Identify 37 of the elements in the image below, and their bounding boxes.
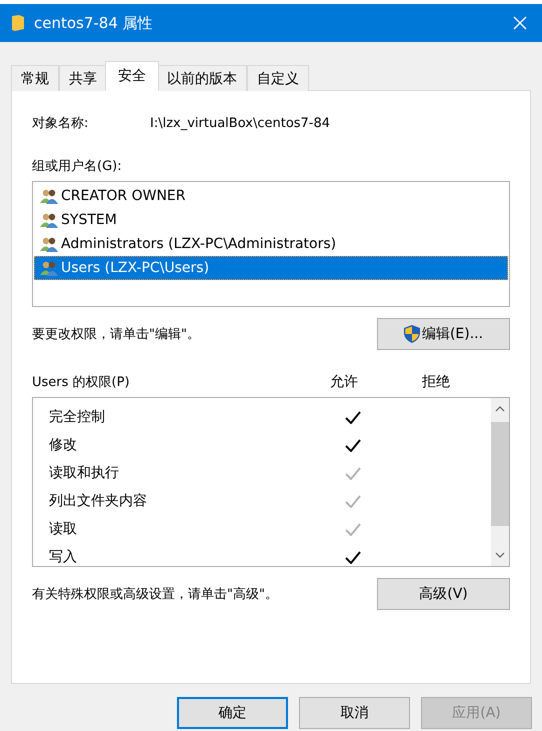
permission-name: 读取	[48, 520, 78, 538]
object-name-value: I:\lzx_virtualBox\centos7-84	[150, 116, 330, 130]
permission-name: 修改	[48, 436, 78, 454]
users-icon	[40, 212, 58, 228]
allow-column-header: 允许	[329, 373, 359, 391]
tab[interactable]: 共享	[59, 65, 107, 91]
permission-name: 列出文件夹内容	[48, 492, 148, 510]
close-icon	[513, 16, 527, 30]
dialog-button[interactable]: 确定	[177, 697, 288, 729]
user-list-item[interactable]: Users (LZX-PC\Users)	[34, 256, 508, 280]
permissions-label: Users 的权限(P)	[32, 374, 131, 391]
tab[interactable]: 安全	[105, 61, 159, 91]
permission-name: 完全控制	[48, 408, 106, 426]
deny-column-header: 拒绝	[421, 373, 451, 391]
scrollbar-thumb[interactable]	[491, 422, 509, 526]
folder-icon	[12, 15, 24, 31]
user-list-item[interactable]: SYSTEM	[34, 208, 508, 232]
edit-button[interactable]: 编辑(E)...	[377, 318, 510, 350]
users-icon	[40, 260, 58, 276]
edit-hint: 要更改权限，请单击"编辑"。	[32, 326, 200, 343]
window-title: centos7-84 属性	[34, 14, 154, 32]
tab[interactable]: 常规	[11, 65, 59, 91]
users-icon	[40, 236, 58, 252]
permission-name: 写入	[48, 548, 78, 566]
dialog-button[interactable]: 取消	[299, 697, 410, 729]
user-list-item[interactable]: CREATOR OWNER	[34, 184, 508, 208]
user-list-item[interactable]: Administrators (LZX-PC\Administrators)	[34, 232, 508, 256]
scrollbar[interactable]	[491, 398, 509, 566]
groups-label: 组或用户名(G):	[32, 158, 123, 175]
advanced-button[interactable]: 高级(V)	[377, 578, 510, 610]
tab[interactable]: 自定义	[247, 65, 309, 91]
shield-icon	[404, 325, 420, 343]
object-name-label: 对象名称:	[32, 115, 90, 132]
permission-name: 读取和执行	[48, 464, 120, 482]
advanced-hint: 有关特殊权限或高级设置，请单击"高级"。	[32, 586, 278, 603]
users-icon	[40, 188, 58, 204]
tab[interactable]: 以前的版本	[157, 65, 247, 91]
